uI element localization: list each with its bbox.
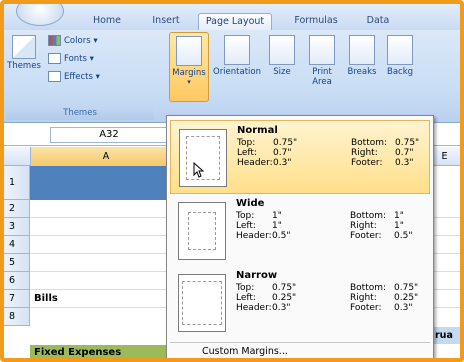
orientation-icon [224, 35, 250, 65]
print-area-icon [309, 35, 335, 65]
breaks-icon [349, 35, 375, 65]
excel-window: Home Insert Page Layout Formulas Data Th… [0, 0, 464, 362]
option-bottom: Bottom: 0.75" [351, 138, 420, 148]
tab-formulas[interactable]: Formulas [286, 13, 346, 30]
breaks-label: Breaks [347, 67, 377, 77]
size-icon [269, 35, 295, 65]
option-bottom: Bottom: 1" [350, 211, 404, 221]
margins-icon [176, 36, 202, 66]
option-footer: Footer: 0.3" [350, 303, 413, 313]
option-header: Header:0.3" [236, 303, 291, 313]
background-label: Backg [386, 67, 414, 77]
breaks-button[interactable]: Breaks [344, 32, 380, 102]
effects-button[interactable]: Effects ▾ [48, 70, 100, 85]
row-header-7[interactable]: 7 [4, 290, 30, 308]
background-button[interactable]: Backg [382, 32, 418, 102]
row-header-2[interactable]: 2 [4, 200, 30, 218]
office-button[interactable] [16, 4, 64, 26]
colors-icon [48, 35, 61, 46]
tab-page-layout[interactable]: Page Layout [198, 13, 272, 30]
effects-icon [48, 71, 61, 82]
margin-option-normal[interactable]: Normal Top: 0.75" Left: 0.7" Header:0.3" B… [170, 120, 430, 194]
option-header: Header:0.3" [237, 158, 292, 168]
themes-group-label: Themes [6, 107, 154, 120]
normal-preview-icon [179, 129, 227, 187]
ribbon-tab-bar: Home Insert Page Layout Formulas Data [4, 4, 460, 30]
option-right: Right: 0.7" [351, 148, 414, 158]
option-left: Left: 0.25" [236, 293, 297, 303]
option-left: Left: 1" [236, 221, 282, 231]
cell-bills[interactable]: Bills [34, 293, 58, 304]
size-label: Size [273, 67, 291, 77]
fonts-icon [48, 53, 61, 64]
margins-label: Margins [172, 68, 206, 78]
wide-preview-icon [178, 202, 226, 260]
fonts-button[interactable]: Fonts ▾ [48, 52, 94, 67]
option-footer: Footer: 0.3" [351, 158, 414, 168]
option-name: Normal [237, 125, 278, 136]
row-header-8[interactable]: 8 [4, 308, 30, 326]
row-header-3[interactable]: 3 [4, 218, 30, 236]
effects-label: Effects [64, 72, 93, 82]
narrow-preview-icon [178, 274, 226, 332]
column-header-a[interactable]: A [30, 147, 182, 166]
colors-label: Colors [64, 36, 91, 46]
background-icon [387, 35, 413, 65]
row-header-1[interactable]: 1 [4, 166, 30, 200]
option-header: Header:0.5" [236, 231, 291, 241]
option-top: Top: 0.75" [236, 283, 297, 293]
row-header-6[interactable]: 6 [4, 272, 30, 290]
option-name: Narrow [236, 270, 278, 281]
option-right: Right: 1" [350, 221, 404, 231]
option-footer: Footer: 0.5" [350, 231, 413, 241]
tab-data[interactable]: Data [358, 13, 398, 30]
option-top: Top: 0.75" [237, 138, 298, 148]
ribbon: Themes Colors ▾ Fonts ▾ Effects ▾ Themes… [4, 30, 460, 123]
themes-button-label: Themes [7, 61, 41, 71]
size-button[interactable]: Size [266, 32, 298, 102]
margins-dropdown-menu: Normal Top: 0.75" Left: 0.7" Header:0.3" B… [166, 115, 434, 358]
margin-option-wide[interactable]: Wide Top: 1" Left: 1" Header:0.5" Bottom: 1… [170, 194, 430, 268]
name-box[interactable]: A32 [50, 127, 168, 143]
tab-insert[interactable]: Insert [144, 13, 188, 30]
option-left: Left: 0.7" [237, 148, 292, 158]
option-right: Right: 0.25" [350, 293, 419, 303]
margins-button[interactable]: Margins ▾ [169, 32, 209, 102]
custom-margins-menu-item[interactable]: Custom Margins... [170, 342, 430, 358]
row-header-5[interactable]: 5 [4, 254, 30, 272]
mouse-pointer-icon [193, 162, 205, 178]
option-bottom: Bottom: 0.75" [350, 283, 419, 293]
tab-home[interactable]: Home [82, 13, 132, 30]
themes-icon [12, 35, 36, 59]
option-top: Top: 1" [236, 211, 282, 221]
selected-cell-range[interactable] [30, 166, 182, 200]
orientation-label: Orientation [213, 67, 261, 77]
colors-button[interactable]: Colors ▾ [48, 34, 98, 49]
option-name: Wide [236, 198, 265, 209]
fonts-label: Fonts [64, 54, 87, 64]
print-area-label: Print Area [312, 67, 332, 87]
margin-option-narrow[interactable]: Narrow Top: 0.75" Left: 0.25" Header:0.3" … [170, 266, 430, 340]
themes-button[interactable]: Themes [6, 32, 42, 102]
cell-row7-right[interactable]: rua [434, 327, 460, 344]
print-area-button[interactable]: Print Area [304, 32, 340, 102]
orientation-button[interactable]: Orientation [212, 32, 262, 102]
row-header-4[interactable]: 4 [4, 236, 30, 254]
cell-fixed-expenses[interactable]: Fixed Expenses [34, 347, 121, 358]
